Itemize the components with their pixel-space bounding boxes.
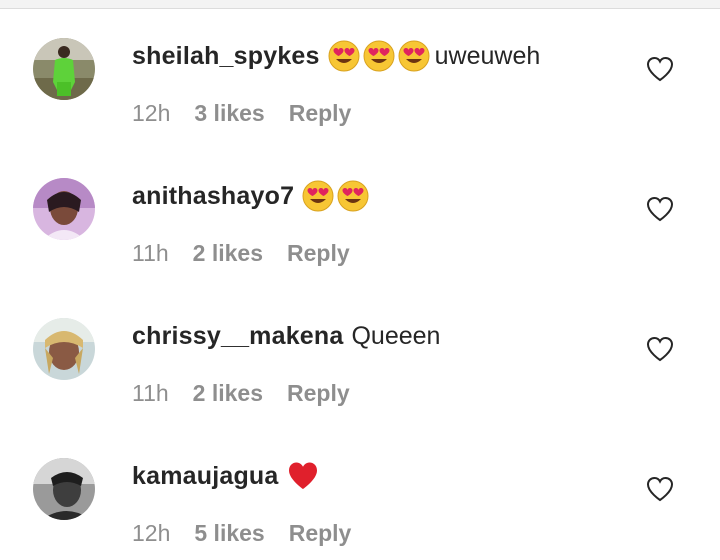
likes-count[interactable]: 2 likes: [193, 240, 263, 267]
comment-line: sheilah_spykes uweuweh: [132, 38, 540, 74]
reply-button[interactable]: Reply: [289, 520, 352, 547]
comment-item: anithashayo7 11h 2 likes Reply: [0, 140, 720, 280]
heart-eyes-emoji-icon: [328, 40, 360, 72]
timestamp: 11h: [132, 380, 169, 406]
reply-button[interactable]: Reply: [289, 100, 352, 127]
heart-outline-icon[interactable]: [646, 336, 674, 362]
heart-outline-icon[interactable]: [646, 196, 674, 222]
comment-item: sheilah_spykes uweuweh 12h 3 likes Reply: [0, 0, 720, 140]
heart-eyes-emoji-icon: [302, 180, 334, 212]
heart-eyes-emoji-icon: [363, 40, 395, 72]
username-link[interactable]: sheilah_spykes: [132, 42, 320, 71]
comment-line: kamaujagua: [132, 458, 319, 494]
red-heart-emoji-icon: [288, 462, 317, 489]
comment-meta: 11h 2 likes Reply: [132, 380, 350, 407]
heart-outline-icon[interactable]: [646, 56, 674, 82]
comment-item: chrissy__makena Queeen 11h 2 likes Reply: [0, 280, 720, 420]
heart-outline-icon[interactable]: [646, 476, 674, 502]
comment-meta: 11h 2 likes Reply: [132, 240, 350, 267]
emoji-group: [302, 180, 369, 212]
reply-button[interactable]: Reply: [287, 380, 350, 407]
timestamp: 12h: [132, 520, 171, 546]
emoji-group: uweuweh: [328, 40, 541, 72]
likes-count[interactable]: 3 likes: [194, 100, 264, 127]
timestamp: 11h: [132, 240, 169, 266]
heart-eyes-emoji-icon: [337, 180, 369, 212]
comment-item: kamaujagua 12h 5 likes Reply: [0, 420, 720, 560]
timestamp: 12h: [132, 100, 171, 126]
avatar[interactable]: [33, 458, 95, 520]
emoji-group: [287, 460, 319, 492]
avatar[interactable]: [33, 38, 95, 100]
avatar[interactable]: [33, 318, 95, 380]
likes-count[interactable]: 5 likes: [194, 520, 264, 547]
comment-meta: 12h 5 likes Reply: [132, 520, 351, 547]
comment-meta: 12h 3 likes Reply: [132, 100, 351, 127]
comment-text: Queeen: [351, 321, 441, 350]
username-link[interactable]: chrissy__makena: [132, 322, 343, 351]
heart-eyes-emoji-icon: [398, 40, 430, 72]
comment-line: chrissy__makena Queeen: [132, 318, 440, 354]
avatar[interactable]: [33, 178, 95, 240]
username-link[interactable]: kamaujagua: [132, 462, 279, 491]
comment-text: uweuweh: [434, 41, 541, 70]
reply-button[interactable]: Reply: [287, 240, 350, 267]
comment-line: anithashayo7: [132, 178, 369, 214]
username-link[interactable]: anithashayo7: [132, 182, 294, 211]
likes-count[interactable]: 2 likes: [193, 380, 263, 407]
